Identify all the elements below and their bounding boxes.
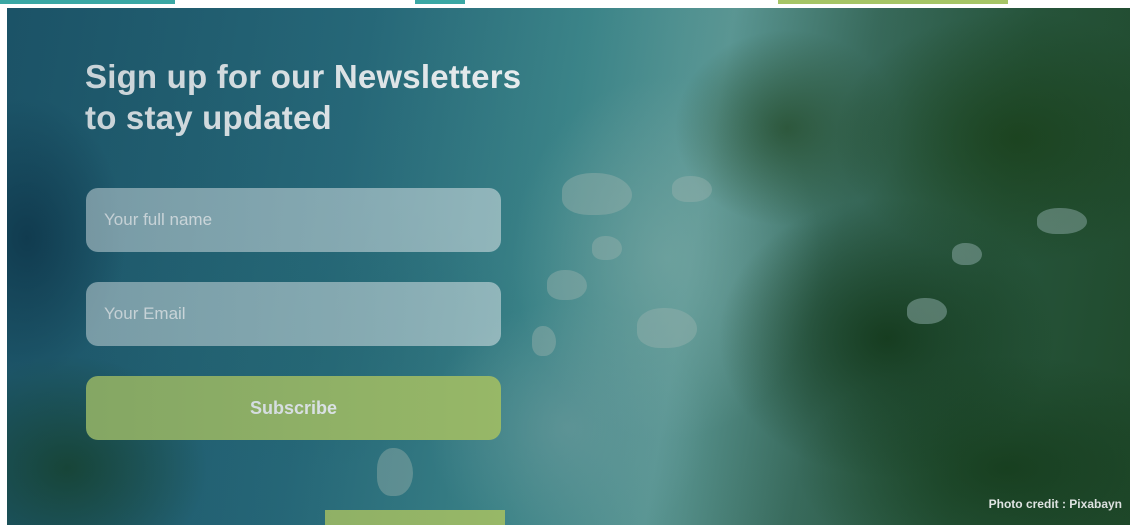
rock-shape [952, 243, 982, 265]
rock-shape [562, 173, 632, 215]
newsletter-heading: Sign up for our Newsletters to stay upda… [85, 56, 605, 138]
bottom-green-block [325, 510, 505, 525]
full-name-input[interactable] [86, 188, 501, 252]
rock-shape [592, 236, 622, 260]
top-accent-bar [415, 0, 465, 4]
hero-background-image: Sign up for our Newsletters to stay upda… [7, 8, 1130, 525]
rock-shape [907, 298, 947, 324]
top-accent-bar [0, 0, 175, 4]
rock-shape [637, 308, 697, 348]
photo-credit: Photo credit : Pixabayn [988, 497, 1122, 511]
rock-shape [672, 176, 712, 202]
rock-shape [547, 270, 587, 300]
rock-shape [377, 448, 413, 496]
heading-line-1: Sign up for our Newsletters [85, 58, 522, 95]
email-input[interactable] [86, 282, 501, 346]
newsletter-section: Sign up for our Newsletters to stay upda… [0, 0, 1130, 525]
heading-line-2: to stay updated [85, 99, 332, 136]
rock-shape [532, 326, 556, 356]
top-accent-bar [778, 0, 1008, 4]
rock-shape [1037, 208, 1087, 234]
subscribe-button[interactable]: Subscribe [86, 376, 501, 440]
